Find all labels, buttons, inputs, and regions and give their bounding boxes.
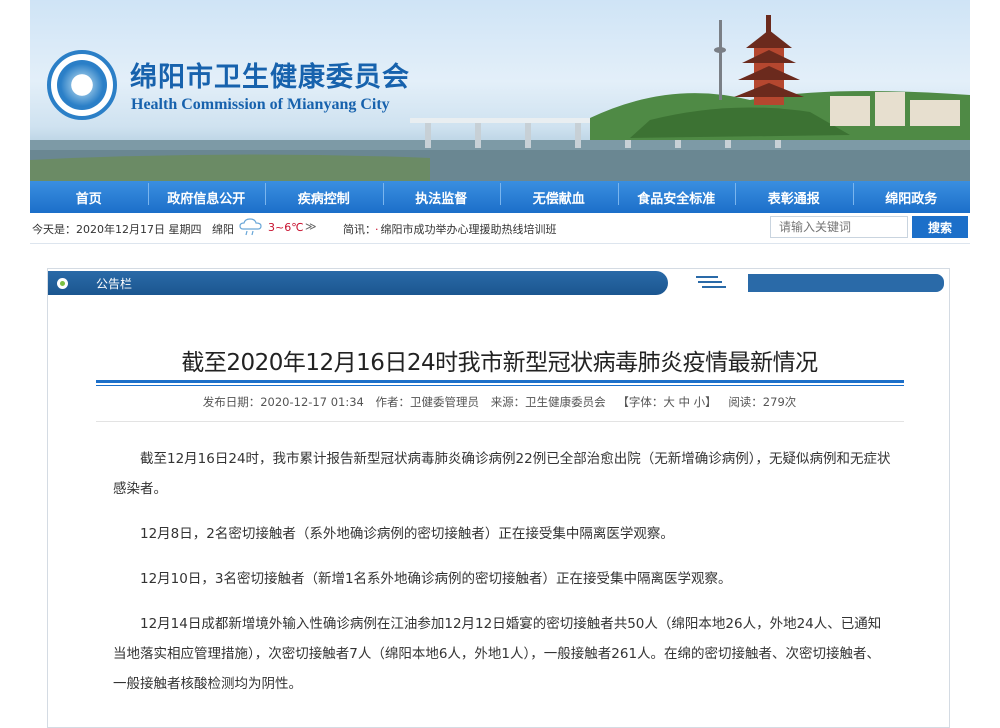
weather-city: 绵阳 [212, 223, 234, 236]
panel-header: 公告栏 [48, 271, 668, 295]
source: 来源：卫生健康委员会 [490, 395, 606, 409]
bullet-icon [57, 278, 68, 289]
nav-item-home[interactable]: 首页 [30, 188, 148, 207]
news-ticker-link[interactable]: 绵阳市成功举办心理援助热线培训班 [375, 221, 557, 237]
nav-item-blood-donation[interactable]: 无偿献血 [500, 182, 618, 207]
cloud-rain-icon [239, 218, 262, 236]
news-label: 简讯： [343, 223, 376, 236]
title-divider-thin [96, 385, 904, 386]
paragraph: 12月8日，2名密切接触者（系外地确诊病例的密切接触者）正在接受集中隔离医学观察… [140, 526, 674, 542]
search-input[interactable] [770, 216, 908, 238]
weather-more-link[interactable]: ≫ [305, 220, 317, 233]
publish-date: 发布日期：2020-12-17 01:34 [202, 395, 364, 409]
nav-item-food-safety[interactable]: 食品安全标准 [617, 182, 736, 207]
article-body: 截至12月16日24时，我市累计报告新型冠状病毒肺炎确诊病例22例已全部治愈出院… [113, 444, 893, 714]
panel-title: 公告栏 [96, 277, 133, 291]
nav-item-mianyang-gov[interactable]: 绵阳政务 [852, 182, 971, 207]
font-size-switcher[interactable]: 【字体：大 中 小】 [617, 395, 716, 409]
search-button[interactable]: 搜索 [912, 216, 968, 238]
site-title-en: Health Commission of Mianyang City [131, 96, 390, 113]
meta-divider [96, 421, 904, 422]
nav-item-disease-control[interactable]: 疾病控制 [265, 182, 383, 207]
current-date: 今天是：2020年12月17日 星期四 [32, 223, 202, 236]
nav-item-law-enforcement[interactable]: 执法监督 [382, 182, 501, 207]
temperature: 3~6℃ [268, 221, 304, 234]
header-decoration [688, 271, 944, 295]
author: 作者：卫健委管理员 [375, 395, 480, 409]
paragraph: 截至12月16日24时，我市累计报告新型冠状病毒肺炎确诊病例22例已全部治愈出院… [113, 451, 891, 497]
title-divider [96, 380, 904, 383]
announcement-panel: 公告栏 截至2020年12月16日24时我市新型冠状病毒肺炎疫情最新情况 发布日… [47, 268, 950, 728]
nav-item-gov-info[interactable]: 政府信息公开 [147, 182, 266, 207]
site-title-cn: 绵阳市卫生健康委员会 [130, 62, 410, 93]
main-nav: 首页 政府信息公开 疾病控制 执法监督 无偿献血 食品安全标准 表彰通报 绵阳政… [30, 181, 970, 213]
info-bar: 今天是：2020年12月17日 星期四 绵阳 3~6℃ ≫ 简讯： 绵阳市成功举… [30, 213, 970, 244]
paragraph: 12月10日，3名密切接触者（新增1名系外地确诊病例的密切接触者）正在接受集中隔… [140, 571, 732, 587]
paragraph: 12月14日成都新增境外输入性确诊病例在江油参加12月12日婚宴的密切接触者共5… [113, 616, 882, 692]
article-title: 截至2020年12月16日24时我市新型冠状病毒肺炎疫情最新情况 [181, 350, 818, 376]
article-meta: 发布日期：2020-12-17 01:34 作者：卫健委管理员 来源：卫生健康委… [48, 394, 951, 410]
nav-item-commendations[interactable]: 表彰通报 [735, 182, 853, 207]
health-commission-logo[interactable] [47, 50, 117, 120]
read-count: 阅读：279次 [728, 395, 797, 409]
site-banner: 绵阳市卫生健康委员会 Health Commission of Mianyang… [30, 0, 970, 181]
